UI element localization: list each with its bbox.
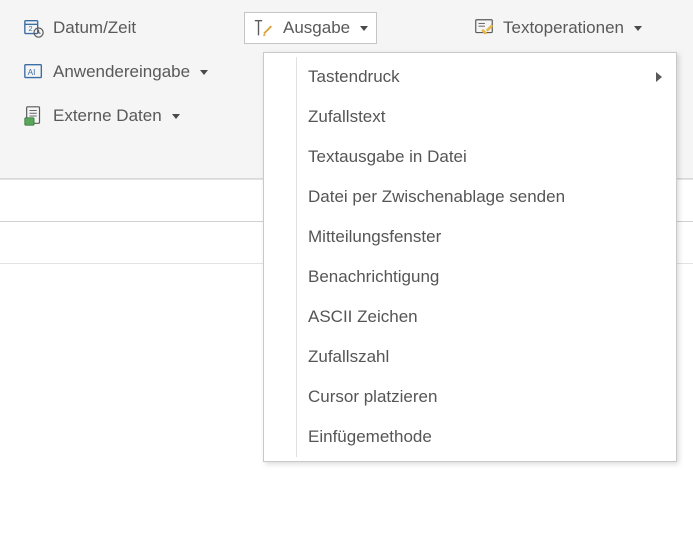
dropdown-item[interactable]: Zufallstext (264, 97, 676, 137)
chevron-right-icon (656, 72, 662, 82)
ausgabe-button[interactable]: Ausgabe (244, 12, 377, 44)
output-icon (253, 17, 275, 39)
anwendereingabe-label: Anwendereingabe (53, 62, 190, 82)
externe-daten-button[interactable]: Externe Daten (14, 100, 217, 132)
toolbar-col-2: Ausgabe (244, 12, 377, 44)
dropdown-item-label: Zufallszahl (308, 347, 389, 367)
dropdown-item-label: Einfügemethode (308, 427, 432, 447)
dropdown-item[interactable]: Zufallszahl (264, 337, 676, 377)
dropdown-item[interactable]: Einfügemethode (264, 417, 676, 457)
dropdown-item[interactable]: Datei per Zwischenablage senden (264, 177, 676, 217)
ausgabe-dropdown: Tastendruck Zufallstext Textausgabe in Dat… (263, 52, 677, 462)
dropdown-item-label: Mitteilungsfenster (308, 227, 441, 247)
dropdown-item-label: Textausgabe in Datei (308, 147, 467, 167)
dropdown-item[interactable]: Tastendruck (264, 57, 676, 97)
textoperationen-label: Textoperationen (503, 18, 624, 38)
external-data-icon (23, 105, 45, 127)
dropdown-item-label: Cursor platzieren (308, 387, 437, 407)
dropdown-item-label: Datei per Zwischenablage senden (308, 187, 565, 207)
dropdown-item[interactable]: ASCII Zeichen (264, 297, 676, 337)
anwendereingabe-button[interactable]: AI Anwendereingabe (14, 56, 217, 88)
chevron-down-icon (200, 70, 208, 75)
dropdown-item[interactable]: Textausgabe in Datei (264, 137, 676, 177)
dropdown-item[interactable]: Benachrichtigung (264, 257, 676, 297)
dropdown-item-label: Zufallstext (308, 107, 385, 127)
chevron-down-icon (172, 114, 180, 119)
chevron-down-icon (360, 26, 368, 31)
calendar-clock-icon: 2 (23, 17, 45, 39)
ausgabe-label: Ausgabe (283, 18, 350, 38)
dropdown-item[interactable]: Mitteilungsfenster (264, 217, 676, 257)
toolbar-col-3: Textoperationen (464, 12, 651, 44)
dropdown-item[interactable]: Cursor platzieren (264, 377, 676, 417)
chevron-down-icon (634, 26, 642, 31)
externe-daten-label: Externe Daten (53, 106, 162, 126)
textoperationen-button[interactable]: Textoperationen (464, 12, 651, 44)
dropdown-item-label: Benachrichtigung (308, 267, 439, 287)
user-input-icon: AI (23, 61, 45, 83)
toolbar-col-1: 2 Datum/Zeit AI Anwendereingabe (14, 12, 217, 132)
datum-zeit-button[interactable]: 2 Datum/Zeit (14, 12, 217, 44)
datum-zeit-label: Datum/Zeit (53, 18, 136, 38)
svg-text:AI: AI (28, 68, 36, 77)
svg-text:2: 2 (29, 24, 33, 33)
dropdown-item-label: Tastendruck (308, 67, 400, 87)
text-operations-icon (473, 17, 495, 39)
dropdown-item-label: ASCII Zeichen (308, 307, 418, 327)
